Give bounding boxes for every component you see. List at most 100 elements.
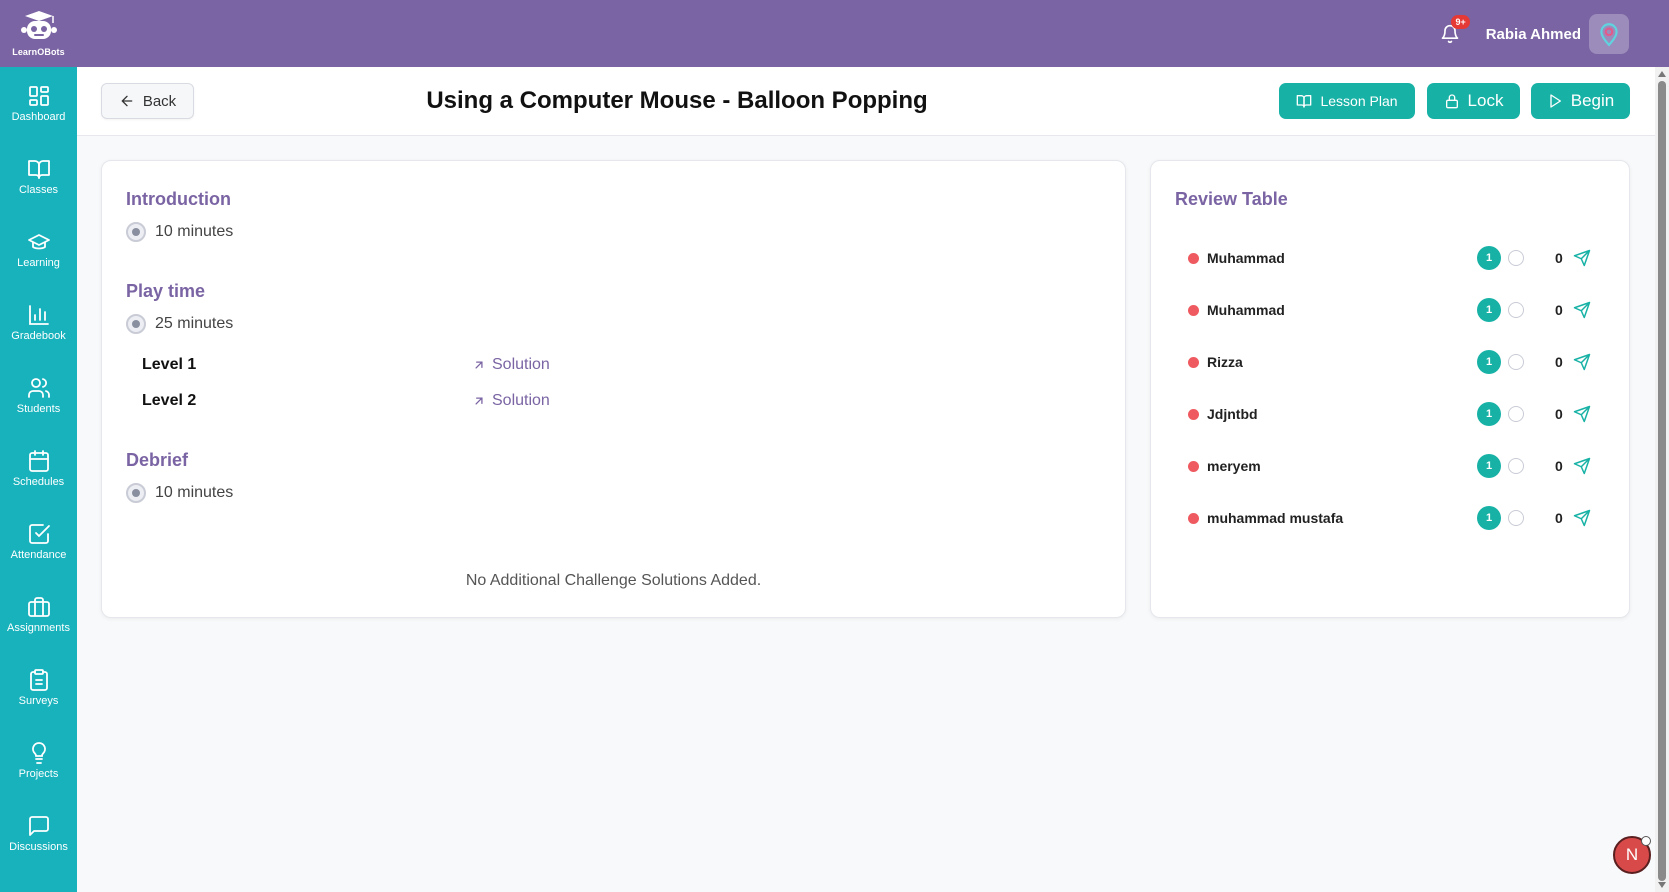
student-score: 0 — [1555, 302, 1563, 318]
duration-radio — [126, 483, 146, 503]
lesson-plan-button[interactable]: Lesson Plan — [1279, 83, 1415, 119]
send-icon[interactable] — [1573, 405, 1591, 423]
sidebar-item-projects[interactable]: Projects — [0, 724, 77, 797]
page-header: Back Using a Computer Mouse - Balloon Po… — [77, 67, 1655, 136]
sidebar-item-label: Discussions — [9, 841, 68, 853]
send-icon[interactable] — [1573, 301, 1591, 319]
sidebar-item-label: Gradebook — [11, 330, 66, 342]
fab-indicator-dot — [1641, 836, 1651, 846]
status-dot — [1188, 356, 1199, 368]
student-name: muhammad mustafa — [1207, 510, 1344, 526]
student-row: Muhammad 1 0 — [1151, 298, 1629, 322]
sidebar-item-attendance[interactable]: Attendance — [0, 505, 77, 578]
users-icon — [27, 378, 50, 398]
send-icon[interactable] — [1573, 509, 1591, 527]
sidebar-item-assignments[interactable]: Assignments — [0, 578, 77, 651]
student-name: meryem — [1207, 458, 1261, 474]
scroll-thumb[interactable] — [1658, 81, 1666, 881]
briefcase-icon — [27, 597, 50, 617]
student-row: muhammad mustafa 1 0 — [1151, 506, 1629, 530]
brand-logo[interactable]: LearnOBots — [0, 0, 77, 67]
attempt-count-badge: 1 — [1477, 506, 1501, 530]
solution-label: Solution — [492, 392, 550, 409]
level-1-name: Level 1 — [142, 356, 197, 373]
review-checkbox[interactable] — [1508, 406, 1524, 422]
sidebar-item-label: Assignments — [7, 622, 70, 634]
level-1-solution-link[interactable]: Solution — [472, 356, 550, 374]
send-icon[interactable] — [1573, 249, 1591, 267]
review-checkbox[interactable] — [1508, 458, 1524, 474]
back-button-label: Back — [142, 92, 177, 110]
attempt-count-badge: 1 — [1477, 402, 1501, 426]
duration-radio — [126, 222, 146, 242]
review-checkbox[interactable] — [1508, 354, 1524, 370]
scroll-down-arrow-icon[interactable] — [1658, 882, 1666, 888]
user-name[interactable]: Rabia Ahmed — [1486, 26, 1581, 43]
status-dot — [1188, 252, 1199, 264]
sidebar-item-classes[interactable]: Classes — [0, 140, 77, 213]
status-dot — [1188, 408, 1199, 420]
check-square-icon — [28, 524, 50, 544]
sidebar-item-gradebook[interactable]: Gradebook — [0, 286, 77, 359]
notification-badge: 9+ — [1451, 15, 1470, 29]
lesson-plan-label: Lesson Plan — [1320, 93, 1398, 109]
lightbulb-icon — [31, 742, 46, 764]
send-icon[interactable] — [1573, 457, 1591, 475]
calendar-icon — [28, 450, 49, 472]
review-checkbox[interactable] — [1508, 302, 1524, 318]
arrow-up-right-icon — [475, 397, 483, 405]
debrief-title: Debrief — [126, 450, 189, 470]
sidebar-item-surveys[interactable]: Surveys — [0, 651, 77, 724]
sidebar: Dashboard Classes Learning Gradebook Stu… — [0, 67, 77, 892]
lesson-outline-card: Introduction 10 minutes Play time 25 min… — [101, 160, 1126, 618]
level-2-solution-link[interactable]: Solution — [472, 392, 550, 410]
sidebar-item-dashboard[interactable]: Dashboard — [0, 67, 77, 140]
attempt-count-badge: 1 — [1477, 246, 1501, 270]
student-row: Rizza 1 0 — [1151, 350, 1629, 374]
lock-icon — [1445, 94, 1458, 109]
book-open-icon — [1297, 95, 1312, 108]
scroll-up-arrow-icon[interactable] — [1658, 71, 1666, 77]
top-bar: LearnOBots 9+ Rabia Ahmed — [0, 0, 1669, 67]
playtime-title: Play time — [126, 281, 206, 301]
back-button[interactable]: Back — [101, 83, 194, 119]
sidebar-item-schedules[interactable]: Schedules — [0, 432, 77, 505]
student-name: Jdjntbd — [1207, 406, 1258, 422]
sidebar-item-discussions[interactable]: Discussions — [0, 797, 77, 870]
level-2-name: Level 2 — [142, 392, 197, 409]
sidebar-item-students[interactable]: Students — [0, 359, 77, 432]
sidebar-item-label: Surveys — [18, 695, 59, 707]
duration-text: 25 minutes — [155, 315, 234, 332]
notifications-button[interactable]: 9+ — [1436, 15, 1470, 48]
review-checkbox[interactable] — [1508, 510, 1524, 526]
send-icon[interactable] — [1573, 353, 1591, 371]
student-name: Muhammad — [1207, 250, 1285, 266]
sidebar-item-learning[interactable]: Learning — [0, 213, 77, 286]
status-dot — [1188, 460, 1199, 472]
review-table-card: Review Table Muhammad 1 0 Muhammad 1 0 R… — [1150, 160, 1630, 618]
review-checkbox[interactable] — [1508, 250, 1524, 266]
student-score: 0 — [1555, 250, 1563, 266]
no-solutions-message: No Additional Challenge Solutions Added. — [465, 572, 762, 589]
lock-button[interactable]: Lock — [1427, 83, 1520, 119]
begin-button[interactable]: Begin — [1531, 83, 1630, 119]
arrow-left-icon — [121, 95, 133, 107]
duration-text: 10 minutes — [155, 484, 234, 501]
student-score: 0 — [1555, 510, 1563, 526]
sidebar-item-label: Classes — [18, 184, 59, 196]
robot-logo-icon — [20, 11, 57, 39]
review-table-title: Review Table — [1175, 189, 1288, 209]
avatar[interactable] — [1589, 14, 1629, 54]
student-score: 0 — [1555, 458, 1563, 474]
attempt-count-badge: 1 — [1477, 298, 1501, 322]
message-icon — [28, 816, 49, 836]
begin-label: Begin — [1570, 91, 1615, 110]
duration-radio — [126, 314, 146, 334]
arrow-up-right-icon — [475, 361, 483, 369]
book-icon — [27, 160, 50, 179]
page-scrollbar[interactable] — [1655, 67, 1669, 892]
floating-help-button[interactable]: N — [1613, 836, 1651, 874]
introduction-duration: 10 minutes — [126, 222, 233, 242]
brand-name: LearnOBots — [12, 47, 65, 57]
sidebar-item-label: Schedules — [12, 476, 65, 488]
